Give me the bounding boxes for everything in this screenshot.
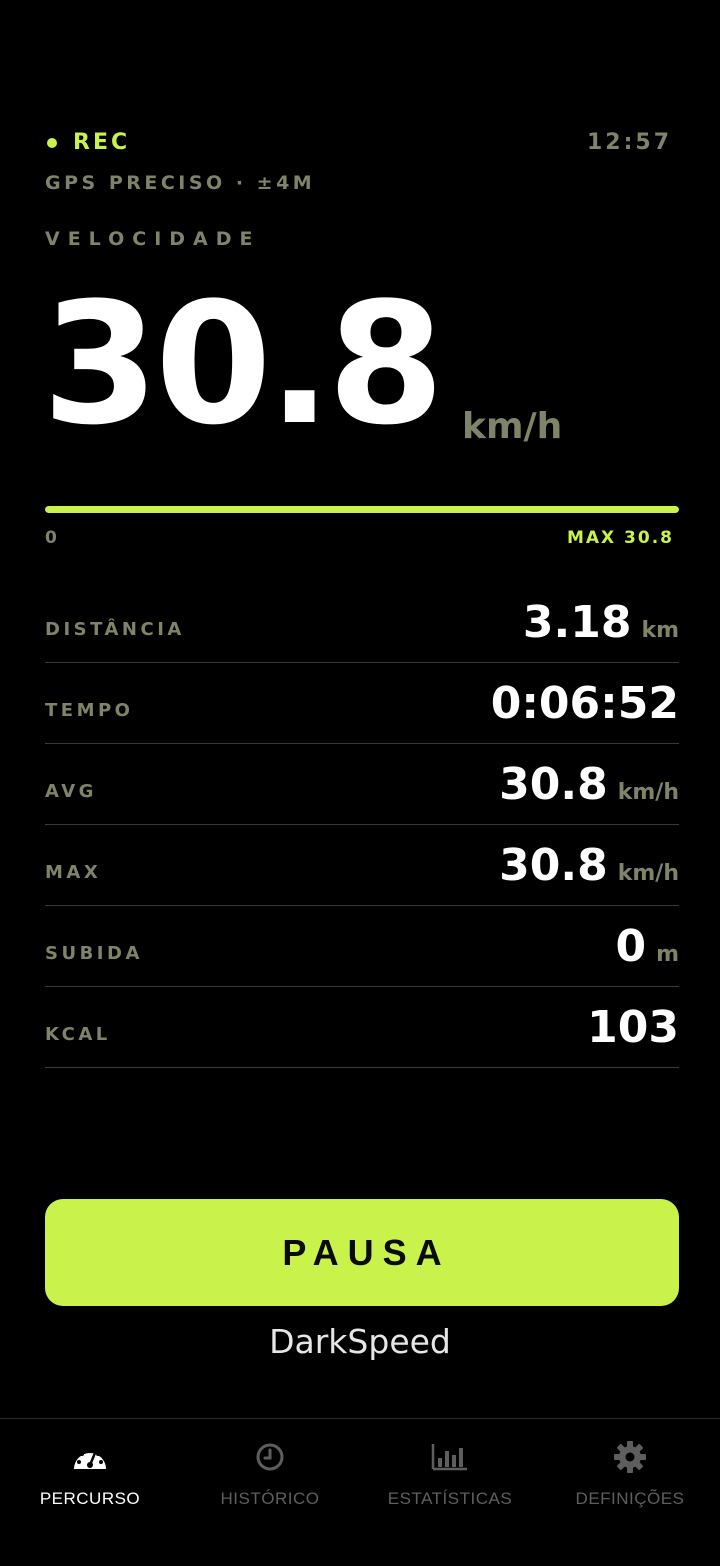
stat-unit: m (656, 941, 679, 967)
stat-value: 103 (587, 1001, 679, 1053)
clock-icon (250, 1437, 290, 1477)
pause-button[interactable]: PAUSA (45, 1199, 679, 1306)
stat-value-group: 30.8 km/h (499, 840, 679, 891)
stat-row-distance: DISTÂNCIA 3.18 km (45, 582, 679, 663)
tab-bar: PERCURSO HISTÓRICO ESTATÍSTICAS DEFINIÇÕ… (0, 1418, 720, 1566)
stat-value-group: 0:06:52 (491, 678, 679, 729)
stat-label: KCAL (45, 1023, 111, 1045)
tab-label: PERCURSO (39, 1489, 141, 1508)
bar-chart-icon (430, 1437, 470, 1477)
speed-value: 30.8 (42, 266, 445, 462)
tab-historico[interactable]: HISTÓRICO (180, 1437, 360, 1509)
stat-label: AVG (45, 780, 97, 802)
speed-progress-bar (45, 506, 679, 513)
tab-label: DEFINIÇÕES (575, 1489, 685, 1508)
stat-label: TEMPO (45, 699, 134, 721)
tab-label: ESTATÍSTICAS (387, 1489, 513, 1508)
stat-value: 3.18 (522, 596, 632, 648)
stat-value-group: 3.18 km (523, 597, 679, 648)
speed-bar-min: 0 (45, 528, 59, 548)
speed-progress-fill (45, 506, 679, 513)
app-brand: DarkSpeed (269, 1322, 451, 1361)
stat-value: 0 (615, 920, 647, 972)
tab-definicoes[interactable]: DEFINIÇÕES (540, 1437, 720, 1509)
stat-row-time: TEMPO 0:06:52 (45, 663, 679, 744)
gear-icon (610, 1437, 650, 1477)
gps-status: GPS PRECISO · ±4M (45, 172, 316, 194)
speed-unit: km/h (462, 406, 563, 447)
stat-unit: km (641, 617, 679, 643)
stat-value-group: 103 (587, 1002, 679, 1053)
stat-value: 30.8 (499, 839, 608, 891)
stat-unit: km/h (617, 779, 679, 805)
stat-value-group: 0 m (615, 921, 679, 972)
stat-label: SUBIDA (45, 942, 143, 964)
recording-dot-icon (47, 137, 57, 148)
pause-button-label: PAUSA (282, 1231, 451, 1273)
tab-percurso[interactable]: PERCURSO (0, 1437, 180, 1509)
speed-bar-max: MAX 30.8 (566, 528, 674, 548)
stat-row-avg: AVG 30.8 km/h (45, 744, 679, 825)
speedometer-icon (70, 1437, 110, 1477)
tab-label: HISTÓRICO (220, 1489, 320, 1508)
stat-row-max: MAX 30.8 km/h (45, 825, 679, 906)
stat-row-kcal: KCAL 103 (45, 987, 679, 1068)
recording-label: REC (73, 130, 131, 155)
clock: 12:57 (586, 130, 672, 155)
speed-label: VELOCIDADE (45, 228, 261, 250)
stat-label: DISTÂNCIA (45, 618, 185, 640)
stats-list: DISTÂNCIA 3.18 km TEMPO 0:06:52 AVG 30.8… (45, 582, 679, 1068)
stat-value: 0:06:52 (490, 677, 679, 729)
tab-estatisticas[interactable]: ESTATÍSTICAS (360, 1437, 540, 1509)
stat-unit: km/h (617, 860, 679, 886)
stat-label: MAX (45, 861, 102, 883)
recording-indicator: REC (45, 130, 130, 155)
stat-value-group: 30.8 km/h (499, 759, 679, 810)
stat-row-climb: SUBIDA 0 m (45, 906, 679, 987)
stat-value: 30.8 (499, 758, 608, 810)
